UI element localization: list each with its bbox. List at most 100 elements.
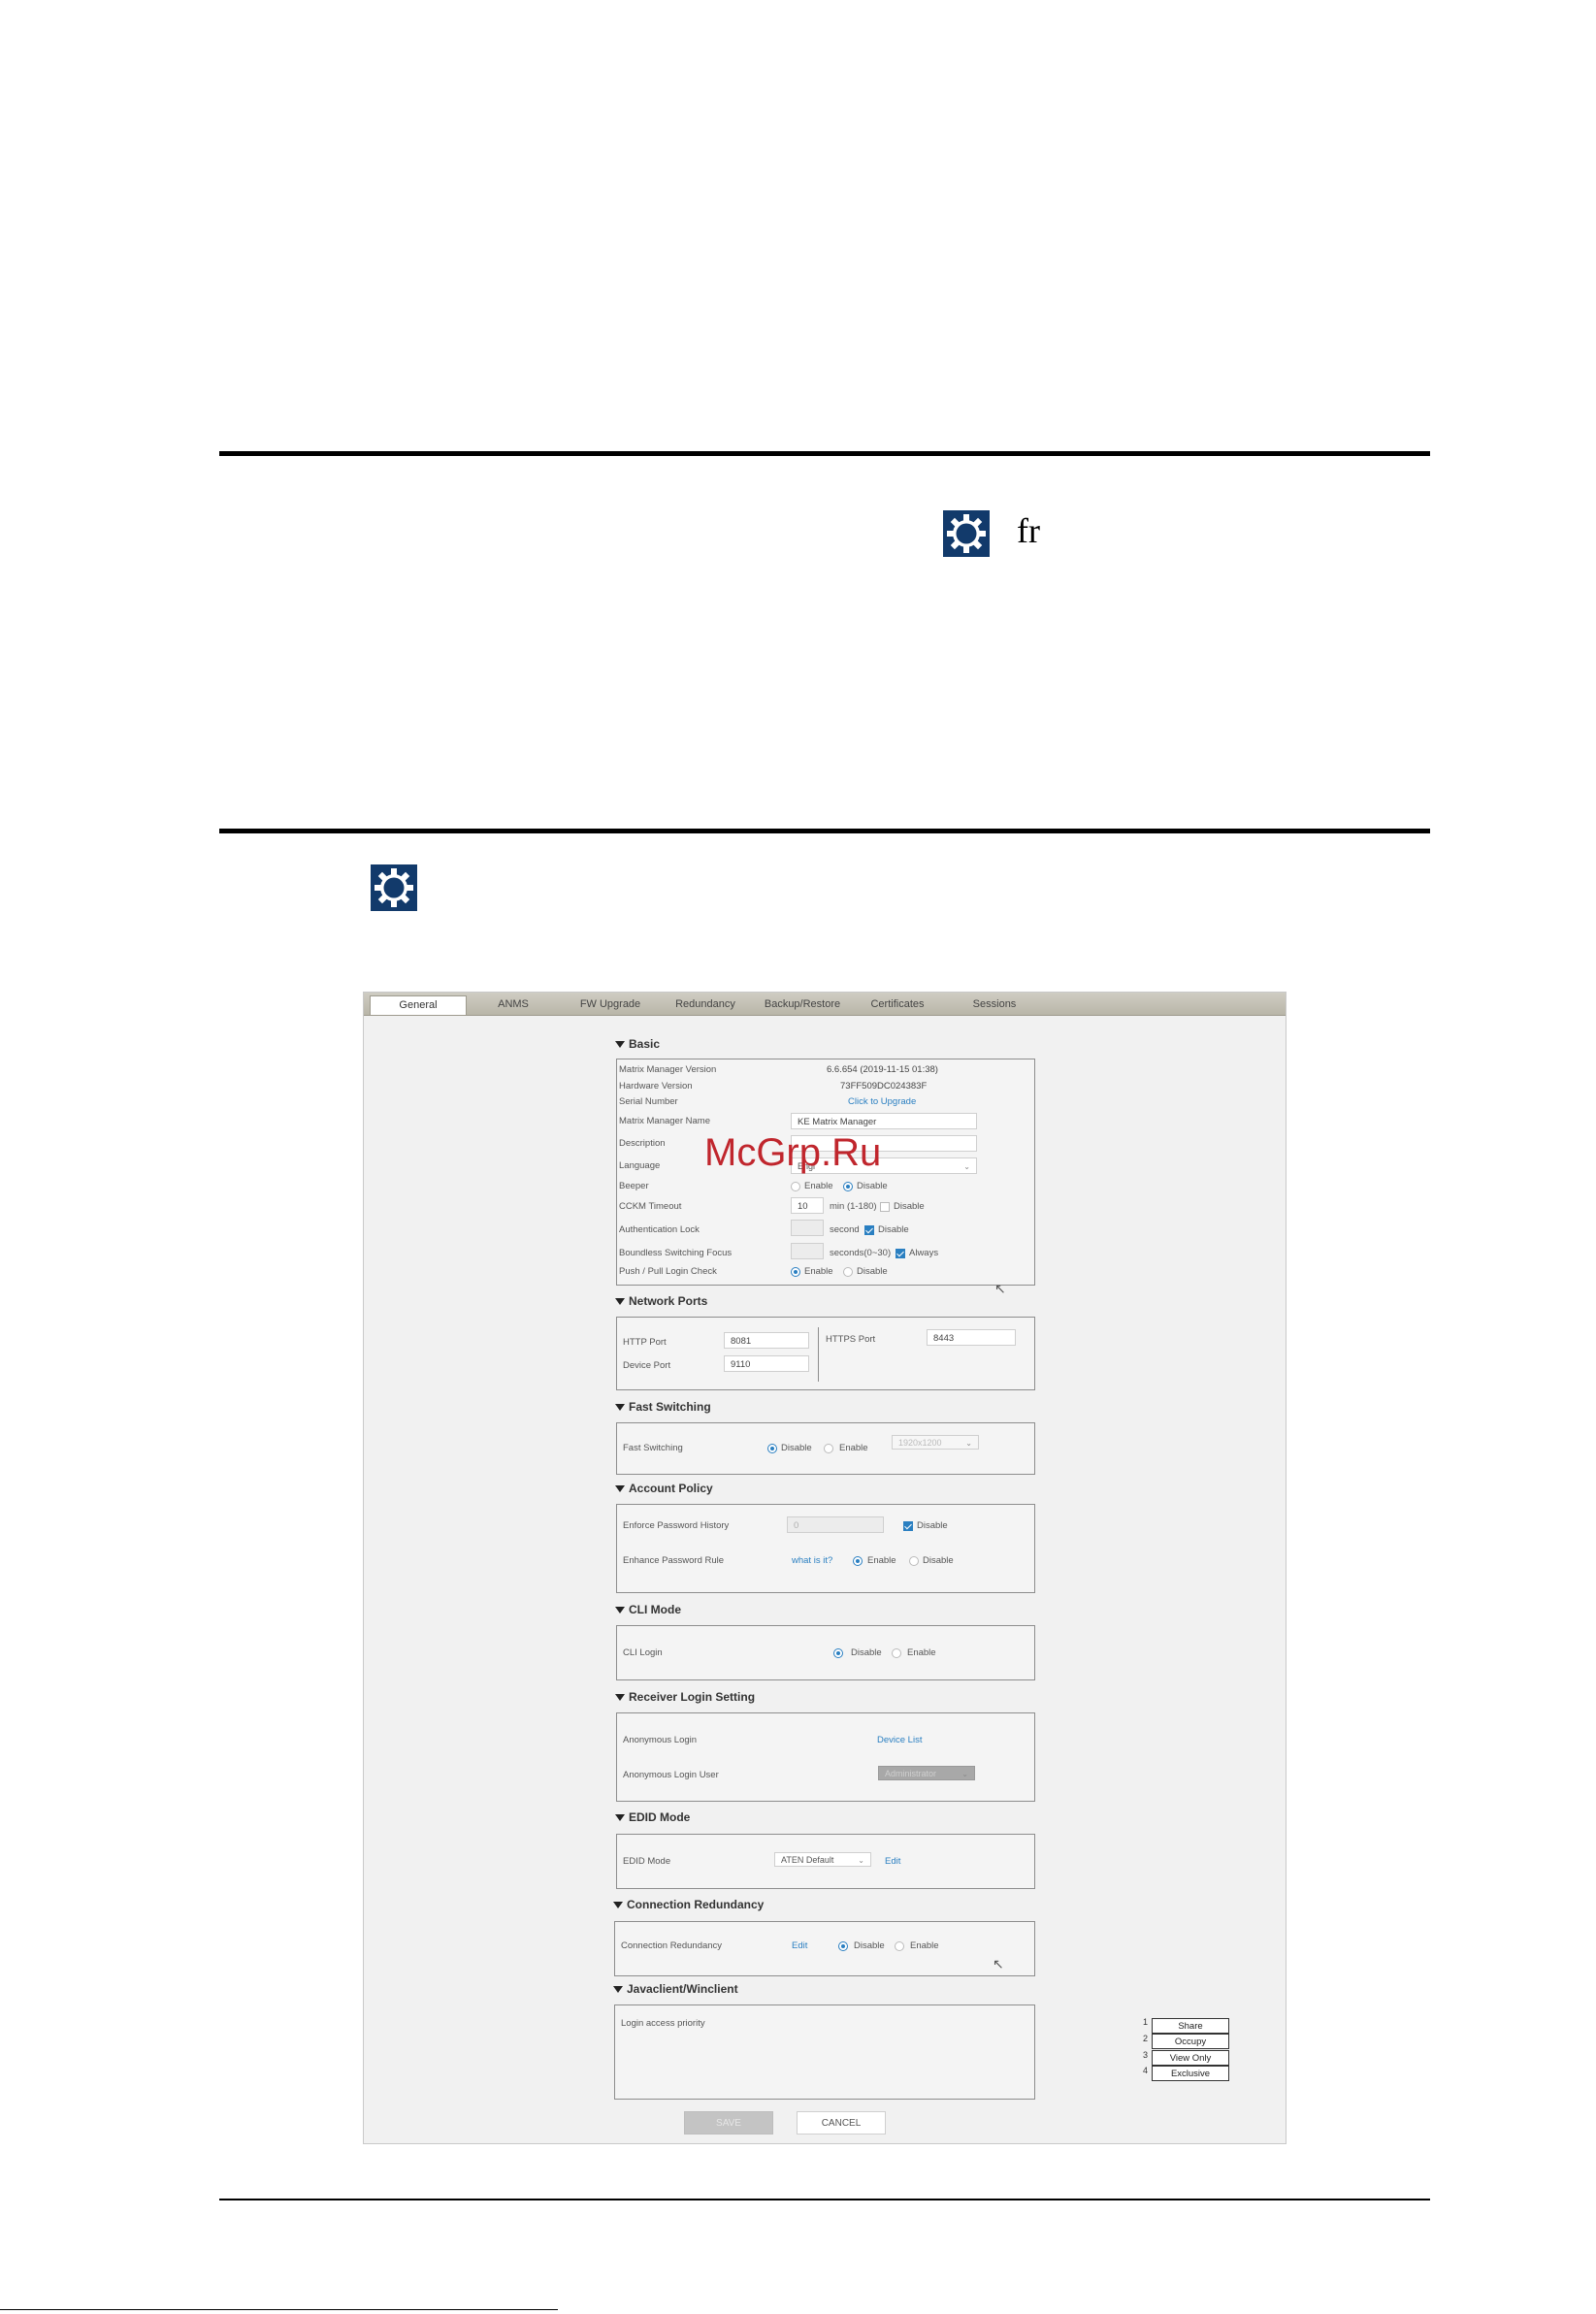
priority-item-exclusive[interactable]: Exclusive	[1152, 2066, 1229, 2081]
tab-anms[interactable]: ANMS	[465, 995, 562, 1014]
mm-name-label: Matrix Manager Name	[619, 1116, 710, 1126]
tab-sessions[interactable]: Sessions	[946, 995, 1043, 1014]
device-port-label: Device Port	[623, 1360, 671, 1371]
beeper-disable-radio[interactable]	[843, 1182, 853, 1191]
conn-enable-text: Enable	[910, 1940, 939, 1951]
collapse-triangle-icon	[615, 1041, 625, 1049]
section-basic-header[interactable]: Basic	[615, 1037, 660, 1051]
cckm-disable-checkbox[interactable]	[880, 1202, 890, 1212]
priority-item-occupy[interactable]: Occupy	[1152, 2034, 1229, 2049]
what-is-it-link[interactable]: what is it?	[792, 1555, 832, 1566]
cckm-unit: min (1-180)	[830, 1201, 877, 1212]
device-list-link[interactable]: Device List	[877, 1735, 922, 1745]
footnote-rule	[0, 2309, 558, 2310]
bsf-always-checkbox[interactable]	[896, 1249, 905, 1258]
section-edid-header[interactable]: EDID Mode	[615, 1810, 690, 1824]
language-label: Language	[619, 1160, 661, 1171]
section-network-header[interactable]: Network Ports	[615, 1294, 707, 1308]
cli-disable-radio[interactable]	[833, 1648, 843, 1658]
priority-item-view-only[interactable]: View Only	[1152, 2050, 1229, 2066]
tab-certificates[interactable]: Certificates	[849, 995, 946, 1014]
tab-bar: General ANMS FW Upgrade Redundancy Backu…	[364, 993, 1286, 1016]
mouse-cursor-icon: ↖	[993, 1956, 1004, 1972]
section-title: Account Policy	[629, 1482, 713, 1495]
push-disable-text: Disable	[857, 1266, 888, 1277]
click-to-upgrade-link[interactable]: Click to Upgrade	[848, 1096, 916, 1107]
edid-edit-link[interactable]: Edit	[885, 1856, 900, 1867]
rule-disable-radio[interactable]	[909, 1556, 919, 1566]
history-disable-text: Disable	[917, 1520, 948, 1531]
priority-number: 3	[1143, 2050, 1149, 2060]
priority-number: 2	[1143, 2034, 1149, 2043]
cli-enable-text: Enable	[907, 1647, 936, 1658]
section-conn-header[interactable]: Connection Redundancy	[613, 1898, 764, 1911]
save-button[interactable]: SAVE	[684, 2111, 773, 2135]
ports-divider	[818, 1327, 819, 1382]
bsf-input[interactable]	[791, 1243, 824, 1259]
bsf-always-text: Always	[909, 1248, 939, 1258]
section-java-header[interactable]: Javaclient/Winclient	[613, 1982, 738, 1996]
priority-number: 1	[1143, 2017, 1149, 2027]
priority-number: 4	[1143, 2066, 1149, 2075]
beeper-label: Beeper	[619, 1181, 649, 1191]
section-fast-header[interactable]: Fast Switching	[615, 1400, 711, 1414]
tab-fw-upgrade[interactable]: FW Upgrade	[562, 995, 659, 1014]
cli-disable-text: Disable	[851, 1647, 882, 1658]
collapse-triangle-icon	[615, 1694, 625, 1702]
rule-disable-text: Disable	[923, 1555, 954, 1566]
http-port-input[interactable]: 8081	[724, 1332, 809, 1349]
cli-enable-radio[interactable]	[892, 1648, 901, 1658]
anonymous-user-select[interactable]: Administrator ⌄	[878, 1766, 975, 1780]
conn-enable-radio[interactable]	[895, 1941, 904, 1951]
section-title: Receiver Login Setting	[629, 1690, 756, 1704]
push-disable-radio[interactable]	[843, 1267, 853, 1277]
http-port-label: HTTP Port	[623, 1337, 667, 1348]
description-label: Description	[619, 1138, 666, 1149]
priority-item-share[interactable]: Share	[1152, 2018, 1229, 2034]
collapse-triangle-icon	[615, 1404, 625, 1412]
section-title: CLI Mode	[629, 1603, 681, 1616]
device-port-input[interactable]: 9110	[724, 1355, 809, 1372]
section-receiver-header[interactable]: Receiver Login Setting	[615, 1690, 755, 1704]
resolution-value: 1920x1200	[898, 1438, 942, 1448]
login-priority-label: Login access priority	[621, 2018, 705, 2029]
auth-lock-unit: second	[830, 1224, 860, 1235]
beeper-enable-radio[interactable]	[791, 1182, 800, 1191]
cckm-input[interactable]: 10	[791, 1197, 824, 1214]
hw-version-value: 73FF509DC024383F	[840, 1081, 928, 1092]
rule-enable-text: Enable	[867, 1555, 896, 1566]
password-history-label: Enforce Password History	[623, 1520, 730, 1531]
edid-mode-select[interactable]: ATEN Default ⌄	[774, 1852, 871, 1867]
cckm-label: CCKM Timeout	[619, 1201, 682, 1212]
tab-general[interactable]: General	[370, 995, 467, 1015]
password-history-input[interactable]: 0	[787, 1516, 884, 1533]
conn-edit-link[interactable]: Edit	[792, 1940, 807, 1951]
bottom-rule	[219, 2199, 1430, 2200]
tab-redundancy[interactable]: Redundancy	[657, 995, 754, 1014]
https-port-label: HTTPS Port	[826, 1334, 876, 1345]
hw-version-label: Hardware Version	[619, 1081, 693, 1092]
auth-lock-disable-checkbox[interactable]	[864, 1225, 874, 1235]
push-enable-radio[interactable]	[791, 1267, 800, 1277]
section-account-header[interactable]: Account Policy	[615, 1482, 713, 1495]
cli-box	[616, 1625, 1035, 1680]
section-cli-header[interactable]: CLI Mode	[615, 1603, 681, 1616]
fast-enable-text: Enable	[839, 1443, 868, 1453]
fast-enable-radio[interactable]	[824, 1444, 833, 1453]
anonymous-user-value: Administrator	[885, 1769, 937, 1778]
https-port-input[interactable]: 8443	[927, 1329, 1016, 1346]
conn-redundancy-label: Connection Redundancy	[621, 1940, 723, 1951]
conn-disable-radio[interactable]	[838, 1941, 848, 1951]
fast-disable-radio[interactable]	[767, 1444, 777, 1453]
section-title: Basic	[629, 1037, 661, 1051]
auth-lock-input[interactable]	[791, 1220, 824, 1236]
mm-version-label: Matrix Manager Version	[619, 1064, 717, 1075]
resolution-select[interactable]: 1920x1200 ⌄	[892, 1435, 979, 1450]
edid-mode-label: EDID Mode	[623, 1856, 671, 1867]
history-disable-checkbox[interactable]	[903, 1521, 913, 1531]
tab-backup-restore[interactable]: Backup/Restore	[754, 995, 851, 1014]
middle-rule	[219, 829, 1430, 833]
cancel-button[interactable]: CANCEL	[797, 2111, 886, 2135]
rule-enable-radio[interactable]	[853, 1556, 863, 1566]
mm-name-input[interactable]: KE Matrix Manager	[791, 1113, 977, 1129]
